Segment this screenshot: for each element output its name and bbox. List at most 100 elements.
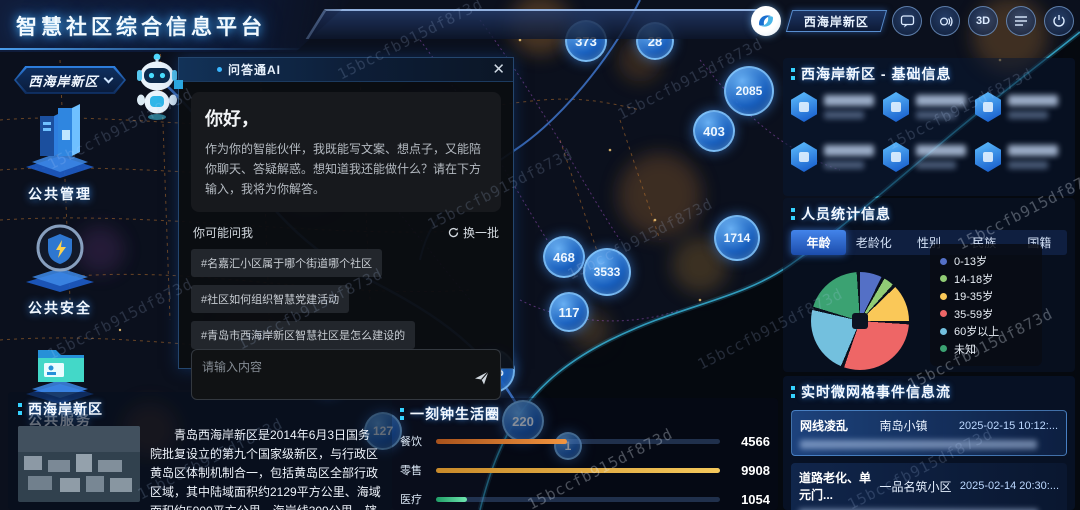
greeting-card: 你好， 作为你的智能伙伴，我既能写文案、想点子，又能陪你聊天、答疑解惑。想知道我…	[191, 92, 501, 212]
map-marker-bubble[interactable]: 3533	[583, 248, 631, 296]
legend-item: 未知	[940, 341, 1032, 357]
redacted-label	[1008, 111, 1048, 119]
stat-item	[883, 142, 975, 172]
redacted-label	[916, 111, 956, 119]
event-row[interactable]: 网线凌乱 南岛小镇 2025-02-15 10:12:...	[791, 410, 1067, 456]
pie-legend: 0-13岁 14-18岁 19-35岁 35-59岁 60岁以上 未知	[930, 244, 1042, 366]
stat-icon	[883, 92, 909, 122]
stat-icon	[975, 142, 1001, 172]
stat-item	[883, 92, 975, 122]
district-description: 青岛西海岸新区是2014年6月3日国务院批复设立的第九个国家级新区，与行政区黄岛…	[150, 426, 382, 510]
tab-aging[interactable]: 老龄化	[846, 230, 901, 255]
district-title: 西海岸新区	[28, 399, 103, 419]
smart-community-dashboard: 373 28 2085 403 1714 468 3533 117 2 766 …	[0, 0, 1080, 510]
age-pie-chart	[811, 272, 909, 370]
greeting-body: 作为你的智能伙伴，我既能写文案、想点子，又能陪你聊天、答疑解惑。想知道我还能做什…	[205, 139, 487, 199]
layer-list-button[interactable]	[1006, 6, 1036, 36]
event-title: 道路老化、单元门...	[799, 469, 879, 503]
basic-info-stats	[791, 92, 1067, 172]
suggestions-label: 你可能问我	[193, 224, 253, 241]
suggestion-chip[interactable]: #名嘉汇小区属于哪个街道哪个社区	[191, 249, 382, 277]
event-time: 2025-02-14 20:30:...	[960, 480, 1059, 492]
life-circle-panel: 一刻钟生活圈 餐饮 4566 零售 9908 医疗 1054 教育 487	[392, 398, 778, 510]
redacted-value	[824, 145, 874, 156]
legend-item: 0-13岁	[940, 253, 1032, 269]
shield-3d-icon	[18, 216, 102, 296]
sidebar-item-public-management[interactable]: 公共管理	[4, 100, 116, 204]
dialog-header: 问答通AI ✕	[179, 58, 513, 82]
power-button[interactable]	[1044, 6, 1074, 36]
district-intro-panel: 西海岸新区 青岛西海岸新区是2014年6月3日国务院批复设立的第九个国家级新区，…	[8, 392, 392, 510]
stat-item	[975, 92, 1067, 122]
event-stream-panel: 实时微网格事件信息流 网线凌乱 南岛小镇 2025-02-15 10:12:..…	[783, 376, 1075, 510]
header-region-badge: 西海岸新区	[786, 10, 887, 32]
redacted-value	[916, 95, 966, 106]
dialog-title: 问答通AI	[228, 61, 281, 78]
suggestion-chip[interactable]: #青岛市西海岸新区智慧社区是怎么建设的	[191, 321, 415, 349]
panel-title-icon	[791, 208, 795, 220]
bar-row-medical: 医疗 1054	[400, 491, 770, 507]
person-stats-title: 人员统计信息	[801, 204, 891, 224]
person-stats-panel: 人员统计信息 年龄 老龄化 性别 民族 国籍 0-13岁 14-18岁 19-3…	[783, 198, 1075, 372]
map-marker-bubble[interactable]: 403	[693, 110, 735, 152]
ai-chat-dialog: 问答通AI ✕ 你好， 作为你的智能伙伴，我既能写文案、想点子，又能陪你聊天、答…	[178, 57, 514, 369]
legend-item: 35-59岁	[940, 306, 1032, 322]
event-time: 2025-02-15 10:12:...	[959, 420, 1058, 432]
sidebar-item-label: 公共安全	[28, 298, 92, 318]
suggestion-chip[interactable]: #社区如何组织智慧党建活动	[191, 285, 349, 313]
redacted-value	[916, 145, 966, 156]
sidebar-item-label: 公共管理	[28, 184, 92, 204]
bar-row-retail: 零售 9908	[400, 462, 770, 478]
redacted-event-detail	[800, 440, 1037, 449]
event-location: 一品名筑小区	[879, 478, 959, 495]
region-selector-dropdown[interactable]: 西海岸新区	[14, 66, 126, 94]
redacted-value	[824, 95, 874, 106]
event-stream-title: 实时微网格事件信息流	[801, 382, 951, 402]
redacted-label	[824, 111, 864, 119]
header-decor-strip	[306, 9, 775, 39]
suggestion-chips: #名嘉汇小区属于哪个街道哪个社区 #社区如何组织智慧党建活动 #青岛市西海岸新区…	[191, 249, 501, 349]
life-circle-title: 一刻钟生活圈	[410, 404, 500, 424]
redacted-label	[1008, 161, 1048, 169]
map-marker-bubble[interactable]: 2085	[724, 66, 774, 116]
view-3d-button[interactable]: 3D	[968, 6, 998, 36]
send-icon[interactable]	[474, 370, 490, 391]
panel-title-icon	[18, 403, 22, 415]
dialog-accent-square	[174, 80, 183, 89]
close-icon[interactable]: ✕	[492, 62, 505, 77]
redacted-label	[916, 161, 956, 169]
map-marker-bubble[interactable]: 468	[543, 236, 585, 278]
legend-item: 60岁以上	[940, 323, 1032, 339]
header-banner: 智慧社区综合信息平台	[0, 0, 352, 52]
stat-item	[975, 142, 1067, 172]
chat-input[interactable]	[202, 358, 490, 391]
pie-center	[852, 313, 868, 329]
region-selector-label: 西海岸新区	[28, 71, 98, 90]
bar-row-dining: 餐饮 4566	[400, 433, 770, 449]
dialog-title-dot	[217, 67, 222, 72]
legend-item: 14-18岁	[940, 271, 1032, 287]
redacted-value	[1008, 95, 1058, 106]
stat-item	[791, 142, 883, 172]
map-marker-bubble[interactable]: 1714	[714, 215, 760, 261]
tab-age[interactable]: 年龄	[791, 230, 846, 255]
page-title: 智慧社区综合信息平台	[16, 11, 266, 41]
voice-assistant-button[interactable]	[930, 6, 960, 36]
map-marker-bubble[interactable]: 117	[549, 292, 589, 332]
greeting-title: 你好，	[205, 105, 487, 131]
stat-icon	[791, 142, 817, 172]
stat-icon	[791, 92, 817, 122]
buildings-3d-icon	[18, 100, 102, 182]
redacted-label	[824, 161, 864, 169]
message-button[interactable]	[892, 6, 922, 36]
basic-info-title: 西海岸新区 - 基础信息	[801, 64, 951, 84]
panel-title-icon	[791, 68, 795, 80]
chevron-down-icon	[103, 73, 113, 83]
refresh-suggestions-button[interactable]: 换一批	[448, 224, 499, 241]
stat-item	[791, 92, 883, 122]
sidebar-item-public-safety[interactable]: 公共安全	[4, 216, 116, 318]
app-logo-icon	[751, 6, 781, 36]
event-row[interactable]: 道路老化、单元门... 一品名筑小区 2025-02-14 20:30:...	[791, 463, 1067, 510]
panel-title-icon	[400, 408, 404, 420]
basic-info-panel: 西海岸新区 - 基础信息	[783, 58, 1075, 196]
